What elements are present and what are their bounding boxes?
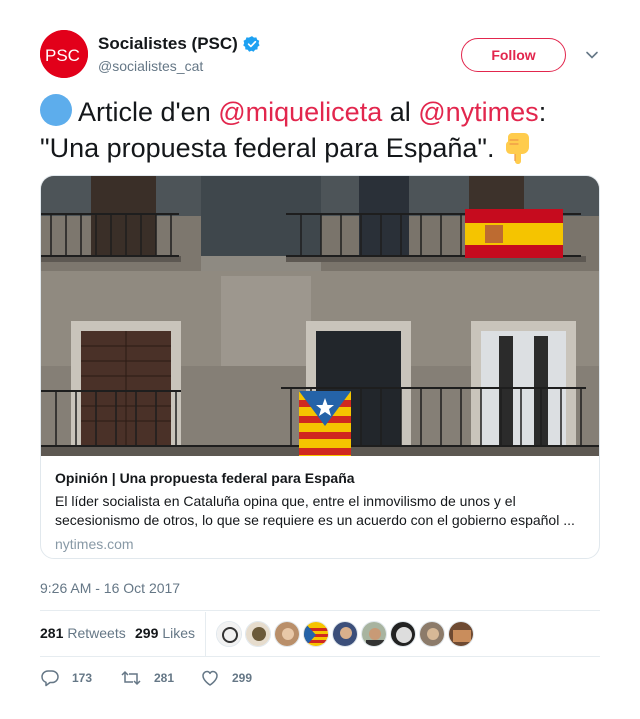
author-handle[interactable]: @socialistes_cat xyxy=(98,58,261,74)
liker-avatar[interactable] xyxy=(303,621,329,647)
avatar-logo-text: PSC xyxy=(45,46,80,65)
like-count: 299 xyxy=(232,671,253,685)
reply-icon xyxy=(41,670,59,687)
tweet-stats: 281 Retweets 299 Likes xyxy=(40,612,600,656)
card-body: Opinión | Una propuesta federal para Esp… xyxy=(41,456,599,552)
card-title[interactable]: Opinión | Una propuesta federal para Esp… xyxy=(55,468,585,488)
retweet-count: 281 xyxy=(154,671,175,685)
card-description: El líder socialista en Cataluña opina qu… xyxy=(55,493,575,528)
tweet-text-part: Article d'en xyxy=(78,97,219,127)
author-info: Socialistes (PSC) @socialistes_cat xyxy=(98,33,261,74)
divider xyxy=(40,610,600,611)
chevron-down-icon[interactable] xyxy=(585,48,599,62)
retweets-count: 281 xyxy=(40,625,64,641)
follow-button[interactable]: Follow xyxy=(461,38,566,72)
pointing-down-hand-emoji-icon xyxy=(506,133,530,164)
tweet-timestamp[interactable]: 9:26 AM - 16 Oct 2017 xyxy=(40,580,180,596)
blue-circle-emoji-icon xyxy=(40,94,72,126)
like-action[interactable]: 299 xyxy=(200,668,252,688)
tweet-quote-text: "Una propuesta federal para España". xyxy=(40,133,495,163)
verified-badge-icon xyxy=(243,36,260,52)
liker-avatar[interactable] xyxy=(216,621,242,647)
link-preview-card[interactable]: Opinión | Una propuesta federal para Esp… xyxy=(40,175,600,559)
card-domain: nytimes.com xyxy=(55,536,134,552)
mention-link-nytimes[interactable]: @nytimes xyxy=(418,97,538,127)
likes-stat[interactable]: 299 Likes xyxy=(135,625,195,641)
retweets-label: Retweets xyxy=(67,625,126,641)
article-image-building-balconies xyxy=(41,176,599,456)
retweets-stat[interactable]: 281 Retweets xyxy=(40,625,126,641)
author-avatar[interactable]: PSC xyxy=(40,30,88,78)
author-name-link[interactable]: Socialistes (PSC) xyxy=(98,33,261,55)
mention-link-miqueliceta[interactable]: @miqueliceta xyxy=(218,97,382,127)
liker-avatar[interactable] xyxy=(448,621,474,647)
tweet-text-part: al xyxy=(382,97,419,127)
likes-label: Likes xyxy=(162,625,196,641)
liker-avatar[interactable] xyxy=(245,621,271,647)
liker-avatar[interactable] xyxy=(274,621,300,647)
tweet-header: PSC Socialistes (PSC) @socialistes_cat F… xyxy=(40,30,600,82)
reply-action[interactable]: 173 xyxy=(40,668,92,688)
retweet-action[interactable]: 281 xyxy=(120,668,174,688)
tweet-text: Article d'en @miqueliceta al @nytimes: "… xyxy=(40,94,600,166)
tweet-text-part: : xyxy=(538,97,547,127)
liker-avatar[interactable] xyxy=(361,621,387,647)
retweet-icon xyxy=(121,670,141,686)
likes-count: 299 xyxy=(135,625,159,641)
liker-avatars xyxy=(216,621,474,647)
tweet-actions: 173 281 299 xyxy=(40,668,600,692)
author-name[interactable]: Socialistes (PSC) xyxy=(98,33,238,55)
heart-icon xyxy=(202,670,218,686)
divider xyxy=(40,656,600,657)
reply-count: 173 xyxy=(72,671,93,685)
liker-avatar[interactable] xyxy=(332,621,358,647)
liker-avatar[interactable] xyxy=(419,621,445,647)
liker-avatar[interactable] xyxy=(390,621,416,647)
stats-separator xyxy=(205,612,206,656)
